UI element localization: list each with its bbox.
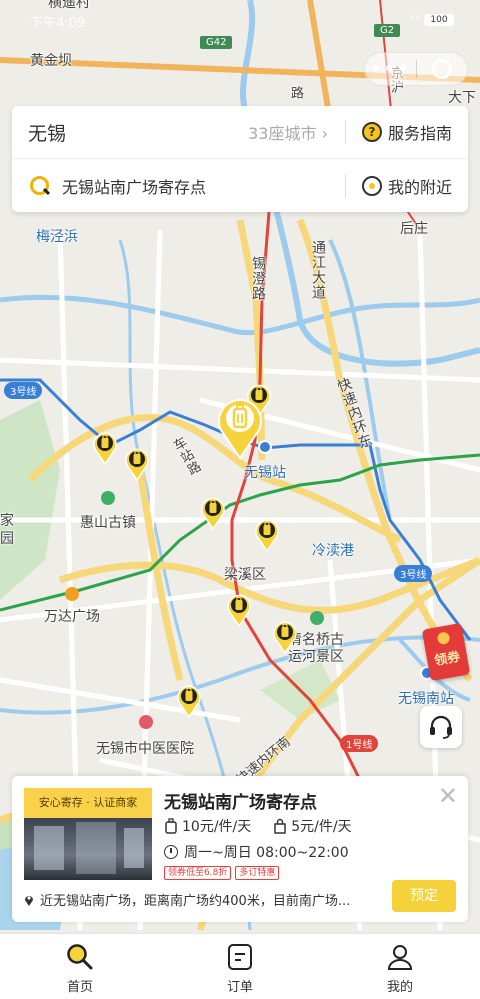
tab-orders[interactable]: 订单 (160, 934, 320, 999)
tab-orders-label: 订单 (226, 980, 253, 995)
divider (345, 173, 346, 198)
tab-bar: 首页 订单 我的 (0, 933, 480, 999)
close-icon[interactable]: ✕ (438, 784, 458, 808)
search-card: 无锡 33座城市 › ? 服务指南 无锡站南广场寄存点 我的附近 (12, 106, 468, 212)
store-address: 近无锡站南广场，距离南广场约400米，目前南广场... (40, 894, 351, 909)
business-hours: 周一~周日 08:00~22:00 (184, 845, 349, 861)
tab-mine-label: 我的 (386, 980, 413, 995)
map-label-tongjiangdadao: 通江大道 (310, 240, 326, 300)
storage-marker[interactable] (92, 431, 118, 465)
tab-home[interactable]: 首页 (0, 934, 160, 999)
store-name: 无锡站南广场寄存点 (164, 793, 317, 813)
nearby-label: 我的附近 (387, 177, 452, 197)
storefront-image (24, 818, 152, 880)
orders-icon (228, 944, 252, 970)
map-label-huishan-guzhen: 惠山古镇 (80, 515, 136, 531)
search-input[interactable]: 无锡站南广场寄存点 (62, 174, 206, 198)
map-label-yuan: 园 (0, 531, 14, 547)
tab-mine[interactable]: 我的 (320, 934, 480, 999)
service-guide-label: 服务指南 (387, 124, 452, 143)
location-pin-icon (25, 895, 33, 906)
city-row: 无锡 33座城市 › ? 服务指南 (12, 106, 468, 159)
question-icon: ? (361, 122, 382, 142)
storage-marker[interactable] (272, 620, 298, 654)
map-label-meijingbang: 梅泾浜 (36, 229, 78, 245)
current-city[interactable]: 无锡 (28, 119, 66, 146)
store-photo: 安心寄存 · 认证商家 (24, 788, 152, 880)
selected-storage-marker[interactable] (216, 396, 264, 460)
miniprogram-capsule: ••• (364, 52, 468, 86)
store-card[interactable]: 安心寄存 · 认证商家 无锡站南广场寄存点 ✕ 10元/件/天 5元/件/天 周… (12, 776, 468, 922)
nearby-button[interactable]: 我的附近 (361, 174, 452, 198)
search-home-icon (67, 944, 93, 970)
map-label-daxia: 大下 (448, 90, 476, 106)
map-label-wanda: 万达广场 (44, 609, 100, 625)
clock-icon (164, 845, 178, 859)
map-label-wuxi-south: 无锡南站 (398, 691, 454, 707)
hours-row: 周一~周日 08:00~22:00 (164, 842, 349, 862)
divider (345, 120, 346, 144)
map-label-liangxi-qu: 梁溪区 (224, 567, 266, 583)
price-row: 10元/件/天 5元/件/天 (164, 816, 352, 836)
locate-icon (361, 175, 382, 196)
promo-tag: 多订特惠 (235, 866, 280, 880)
storage-marker[interactable] (200, 496, 226, 530)
map-label-lu-top: 路 (288, 86, 303, 100)
certified-tag: 安心寄存 · 认证商家 (24, 788, 152, 818)
search-icon (30, 175, 50, 196)
chevron-right-icon: › (321, 124, 328, 143)
storage-marker[interactable] (226, 593, 252, 627)
metro-line3-badge: 3号线 (4, 382, 43, 399)
tab-home-label: 首页 (66, 980, 93, 995)
customer-service-button[interactable] (420, 706, 462, 748)
storage-marker[interactable] (176, 684, 202, 718)
battery-icon: 100 (424, 14, 454, 26)
headset-icon (430, 715, 452, 739)
address-row: 近无锡站南广场，距离南广场约400米，目前南广场... (24, 890, 384, 909)
map-label-huangjinba: 黄金坝 (30, 53, 72, 69)
metro-line1-badge: 1号线 (340, 735, 379, 752)
map-label-xichenglu: 锡澄路 (250, 256, 266, 301)
luggage-icon (165, 818, 177, 834)
red-envelope-icon: 领券 (421, 622, 471, 682)
map-label-lengwaigang: 冷渎港 (312, 543, 354, 559)
city-count-link[interactable]: 33座城市 › (248, 120, 328, 144)
highway-g42-badge: G42 (200, 36, 233, 49)
coupon-button[interactable]: 领券 (421, 622, 472, 682)
promo-tags: 领券低至6.8折 多订特惠 (164, 866, 283, 880)
promo-tag: 领券低至6.8折 (164, 866, 232, 880)
reserve-button[interactable]: 预定 (392, 880, 456, 912)
storage-marker[interactable] (124, 447, 150, 481)
profile-icon (387, 945, 413, 970)
status-time: 下午4:09 (30, 16, 86, 31)
map-label-wuxi-station: 无锡站 (244, 465, 286, 481)
price-large-item: 10元/件/天 (182, 819, 252, 835)
wifi-icon: ◠ (409, 12, 420, 26)
search-row: 无锡站南广场寄存点 我的附近 (12, 159, 468, 212)
more-menu-icon[interactable]: ••• (365, 59, 416, 80)
map-label-zhongyi: 无锡市中医医院 (96, 741, 194, 757)
map-label-jia: 家 (0, 513, 14, 529)
coupon-label: 领券 (433, 649, 462, 670)
status-bar: 下午4:09 ◠ 100 (0, 8, 480, 32)
bag-icon (274, 818, 286, 834)
map-label-houzhuang: 后庄 (400, 221, 428, 237)
metro-line3-badge: 3号线 (394, 565, 433, 582)
storage-marker[interactable] (254, 518, 280, 552)
city-count-label: 33座城市 (248, 124, 317, 143)
envelope-seal (436, 631, 451, 646)
service-guide-button[interactable]: ? 服务指南 (361, 120, 452, 144)
price-small-item: 5元/件/天 (291, 819, 352, 835)
close-miniprogram-icon[interactable] (417, 59, 468, 79)
